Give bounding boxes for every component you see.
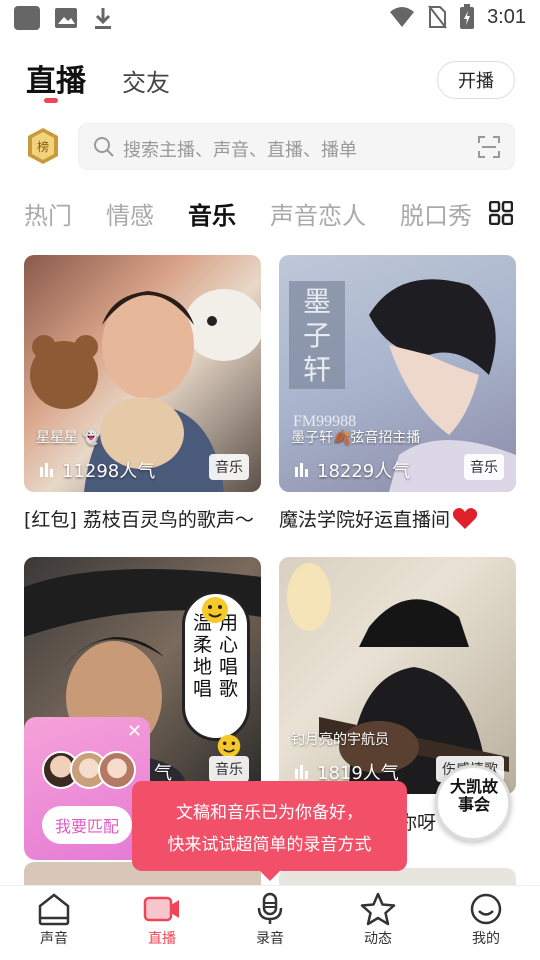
nav-item-record[interactable]: 录音 <box>216 886 324 960</box>
recording-tip[interactable]: 文稿和音乐已为你备好， 快来试试超简单的录音方式 <box>132 781 407 881</box>
category-tab-voice-lover[interactable]: 声音恋人 <box>270 196 366 232</box>
live-room-card[interactable]: 星星星 👻 11298人气 音乐 <box>24 255 261 492</box>
category-tab-emotion[interactable]: 情感 <box>106 196 154 232</box>
rank-badge-icon[interactable]: 榜 <box>26 127 60 165</box>
avatar <box>98 751 136 789</box>
nav-item-moments[interactable]: 动态 <box>324 886 432 960</box>
live-room-card[interactable]: 墨子轩 FM99988 墨子轩🍂弦音招主播 18229人气 音乐 <box>279 255 516 492</box>
heart-icon <box>452 507 478 529</box>
category-tab-hot[interactable]: 热门 <box>24 196 72 232</box>
category-tab-talk-show[interactable]: 脱口秀 <box>400 196 472 232</box>
floating-avatar-text: 大凯故事会 <box>449 777 498 814</box>
card-popularity: 11298人气 <box>40 457 155 483</box>
image-notification-icon <box>55 8 77 28</box>
grid-icon[interactable] <box>489 201 513 225</box>
microphone-icon <box>257 892 283 924</box>
recording-tip-line: 快来试试超简单的录音方式 <box>167 835 372 855</box>
download-icon <box>95 8 111 29</box>
scan-icon[interactable] <box>478 136 500 158</box>
clock: 3:01 <box>487 5 526 28</box>
card-tag: 音乐 <box>209 756 249 782</box>
nav-item-me[interactable]: 我的 <box>432 886 540 960</box>
nav-label: 声音 <box>40 931 68 947</box>
video-camera-icon <box>143 896 179 922</box>
tab-live[interactable]: 直播 <box>26 56 86 100</box>
nav-item-live[interactable]: 直播 <box>108 886 216 960</box>
tab-friends[interactable]: 交友 <box>122 63 170 98</box>
bars-icon <box>295 765 308 779</box>
card-tag: 音乐 <box>209 454 249 480</box>
start-live-button[interactable]: 开播 <box>437 61 515 99</box>
category-tab-music[interactable]: 音乐 <box>188 196 236 232</box>
nav-label: 我的 <box>472 931 500 947</box>
floating-story-avatar[interactable]: 大凯故事会 <box>435 765 511 841</box>
status-bar: 3:01 <box>0 0 540 36</box>
live-room-card[interactable]: 钓月亮的宇航员 1819人气 伤感情歌 <box>279 557 516 794</box>
nav-label: 录音 <box>256 931 284 947</box>
search-icon <box>94 137 114 157</box>
search-placeholder: 搜索主播、声音、直播、播单 <box>123 140 357 161</box>
nav-label: 直播 <box>148 931 176 947</box>
star-icon <box>360 892 396 926</box>
card-host-name: 钓月亮的宇航员 <box>291 732 389 748</box>
card-host-name: 星星星 👻 <box>36 430 100 446</box>
card-title[interactable]: 魔法学院好运直播间 <box>279 505 478 532</box>
tab-indicator <box>44 98 58 103</box>
card-art-line: 用心唱歌 <box>219 612 239 700</box>
bars-icon <box>40 463 53 477</box>
profile-icon <box>470 893 502 925</box>
match-button[interactable]: 我要匹配 <box>42 806 132 844</box>
card-art-line: 温柔地唱 <box>193 612 213 700</box>
match-avatars <box>42 751 136 789</box>
card-title[interactable]: [红包] 荔枝百灵鸟的歌声〜 <box>24 505 254 532</box>
card-popularity-count: 11298人气 <box>62 461 156 482</box>
card-tag: 音乐 <box>464 454 504 480</box>
no-sim-icon <box>428 5 447 29</box>
smiley-sticker-icon <box>202 597 228 623</box>
search-input[interactable]: 搜索主播、声音、直播、播单 <box>78 123 515 170</box>
card-popularity-count: 18229人气 <box>317 461 411 482</box>
card-art-title: 墨子轩 <box>303 285 332 386</box>
home-icon <box>38 893 70 926</box>
wifi-icon <box>390 7 415 27</box>
recording-tip-line: 文稿和音乐已为你备好， <box>176 803 363 823</box>
card-popularity: 18229人气 <box>295 457 410 483</box>
category-tabs: 热门 情感 音乐 声音恋人 脱口秀 <box>24 196 484 232</box>
bars-icon <box>295 463 308 477</box>
svg-text:榜: 榜 <box>37 139 49 154</box>
nav-label: 动态 <box>364 931 392 947</box>
bottom-nav: 声音 直播 录音 动态 我的 <box>0 885 540 960</box>
close-icon[interactable]: ✕ <box>127 721 142 742</box>
card-title-text: 魔法学院好运直播间 <box>279 509 451 531</box>
card-host-name: 墨子轩🍂弦音招主播 <box>291 430 421 446</box>
nav-item-voice[interactable]: 声音 <box>0 886 108 960</box>
app-notification-icon <box>14 6 40 30</box>
top-tabs: 直播 交友 <box>26 56 170 100</box>
battery-charging-icon <box>460 4 475 29</box>
